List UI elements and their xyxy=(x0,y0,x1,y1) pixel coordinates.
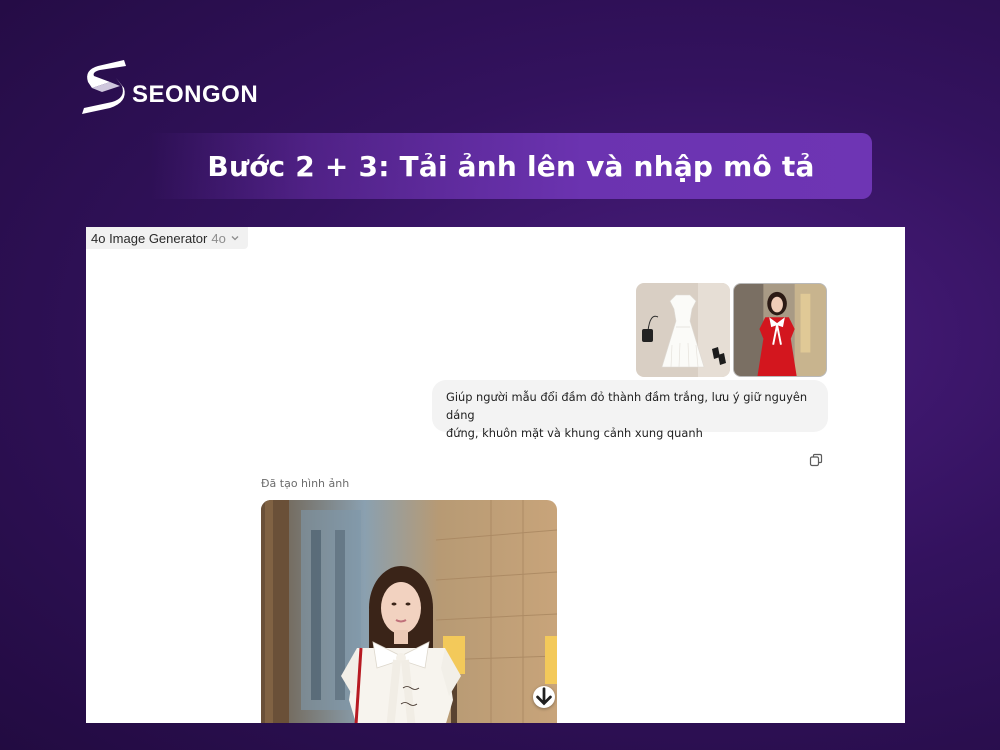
chat-screenshot-panel: 4o Image Generator 4o Giúp người mẫu đổi… xyxy=(86,227,905,723)
chevron-down-icon xyxy=(231,236,239,241)
attachment-white-dress[interactable] xyxy=(636,283,730,377)
brand-name: SEONGON xyxy=(132,81,259,108)
user-message-bubble: Giúp người mẫu đổi đầm đỏ thành đầm trắn… xyxy=(432,380,828,440)
model-selector[interactable]: 4o Image Generator 4o xyxy=(86,227,248,249)
model-version: 4o xyxy=(211,230,226,246)
generated-image[interactable] xyxy=(261,500,557,723)
generated-image-label: Đã tạo hình ảnh xyxy=(261,477,350,490)
download-button[interactable] xyxy=(533,686,555,708)
model-in-white-dress-generated-icon xyxy=(261,500,557,723)
attachment-model-red-dress[interactable] xyxy=(733,283,827,377)
download-arrow-icon xyxy=(536,687,552,706)
step-title-banner: Bước 2 + 3: Tải ảnh lên và nhập mô tả xyxy=(150,133,872,199)
step-title: Bước 2 + 3: Tải ảnh lên và nhập mô tả xyxy=(207,149,815,183)
brand-logo: SEONGON xyxy=(80,56,258,116)
model-in-red-dress-photo-icon xyxy=(734,284,826,376)
user-message-line-2: đứng, khuôn mặt và khung cảnh xung quanh xyxy=(446,426,703,440)
seongon-s-logo-icon xyxy=(82,60,126,114)
white-dress-product-photo-icon xyxy=(636,283,730,377)
user-message-line-1: Giúp người mẫu đổi đầm đỏ thành đầm trắn… xyxy=(446,390,808,422)
copy-icon[interactable] xyxy=(809,453,823,467)
model-name: 4o Image Generator xyxy=(91,230,208,246)
